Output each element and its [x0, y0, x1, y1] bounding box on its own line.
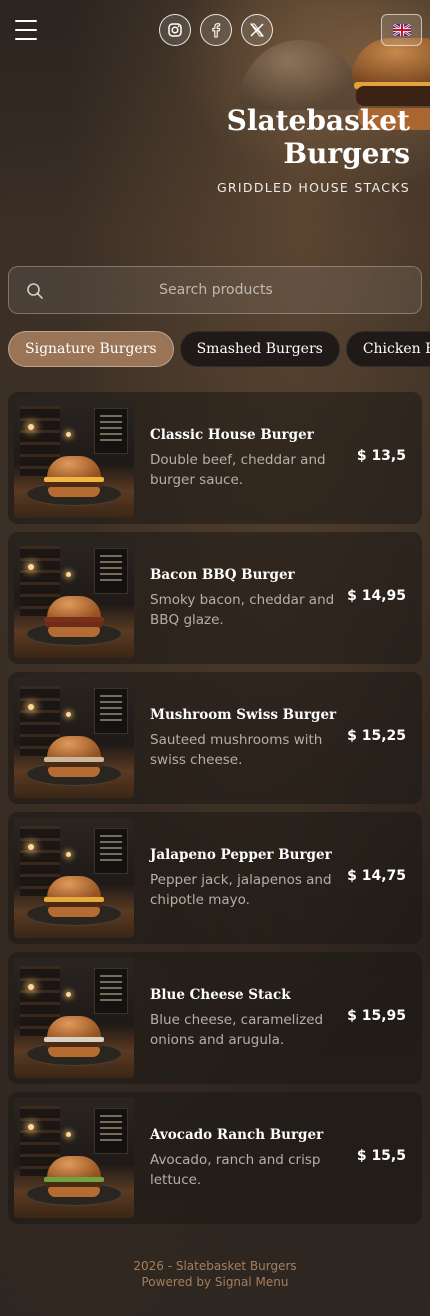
product-card[interactable]: Bacon BBQ Burger Smoky bacon, cheddar an…	[8, 532, 422, 664]
product-price: $ 14,75	[347, 868, 406, 884]
top-bar	[0, 0, 430, 60]
facebook-icon[interactable]	[200, 14, 232, 46]
product-price: $ 14,95	[347, 588, 406, 604]
product-list: Classic House Burger Double beef, chedda…	[8, 392, 422, 1232]
product-price: $ 13,5	[356, 448, 406, 464]
product-description: Smoky bacon, cheddar and BBQ glaze.	[150, 592, 335, 628]
product-card[interactable]: Blue Cheese Stack Blue cheese, carameliz…	[8, 952, 422, 1084]
product-card[interactable]: Classic House Burger Double beef, chedda…	[8, 392, 422, 524]
product-image	[14, 538, 134, 658]
product-card[interactable]: Jalapeno Pepper Burger Pepper jack, jala…	[8, 812, 422, 944]
product-description: Sauteed mushrooms with swiss cheese.	[150, 732, 323, 768]
product-description: Avocado, ranch and crisp lettuce.	[150, 1152, 321, 1188]
product-name: Blue Cheese Stack	[150, 987, 291, 1003]
search-bar[interactable]	[8, 266, 422, 314]
product-image	[14, 398, 134, 518]
product-card[interactable]: Avocado Ranch Burger Avocado, ranch and …	[8, 1092, 422, 1224]
category-tabs: Signature Burgers Smashed Burgers Chicken …	[8, 331, 430, 367]
product-description: Pepper jack, jalapenos and chipotle mayo…	[150, 872, 332, 908]
product-description: Blue cheese, caramelized onions and arug…	[150, 1012, 324, 1048]
restaurant-name: Slatebasket Burgers	[226, 104, 410, 170]
instagram-icon[interactable]	[159, 14, 191, 46]
language-selector[interactable]	[381, 14, 422, 46]
tab-chicken-burgers[interactable]: Chicken Burgers	[345, 331, 430, 367]
product-name: Jalapeno Pepper Burger	[150, 847, 332, 863]
product-price: $ 15,95	[347, 1008, 406, 1024]
hamburger-menu-icon[interactable]	[15, 20, 37, 40]
uk-flag-icon	[392, 24, 411, 36]
product-name: Mushroom Swiss Burger	[150, 707, 337, 723]
search-icon	[27, 283, 43, 299]
product-image	[14, 958, 134, 1078]
product-image	[14, 678, 134, 798]
footer: 2026 - Slatebasket Burgers Powered by Si…	[0, 1258, 430, 1290]
x-icon[interactable]	[241, 14, 273, 46]
product-image	[14, 818, 134, 938]
tagline: GRIDDLED HOUSE STACKS	[216, 180, 410, 195]
tab-smashed-burgers[interactable]: Smashed Burgers	[179, 331, 340, 367]
brand-block: Slatebasket Burgers GRIDDLED HOUSE STACK…	[210, 104, 410, 195]
social-links	[159, 14, 273, 46]
search-input[interactable]	[49, 267, 383, 313]
product-price: $ 15,25	[347, 728, 406, 744]
product-name: Bacon BBQ Burger	[150, 567, 295, 583]
footer-powered-by[interactable]: Powered by Signal Menu	[0, 1274, 430, 1290]
product-card[interactable]: Mushroom Swiss Burger Sauteed mushrooms …	[8, 672, 422, 804]
product-image	[14, 1098, 134, 1218]
product-description: Double beef, cheddar and burger sauce.	[150, 452, 326, 488]
product-name: Avocado Ranch Burger	[150, 1127, 324, 1143]
product-price: $ 15,5	[356, 1148, 406, 1164]
product-name: Classic House Burger	[150, 427, 314, 443]
footer-copyright: 2026 - Slatebasket Burgers	[133, 1259, 297, 1273]
tab-signature-burgers[interactable]: Signature Burgers	[8, 331, 174, 367]
